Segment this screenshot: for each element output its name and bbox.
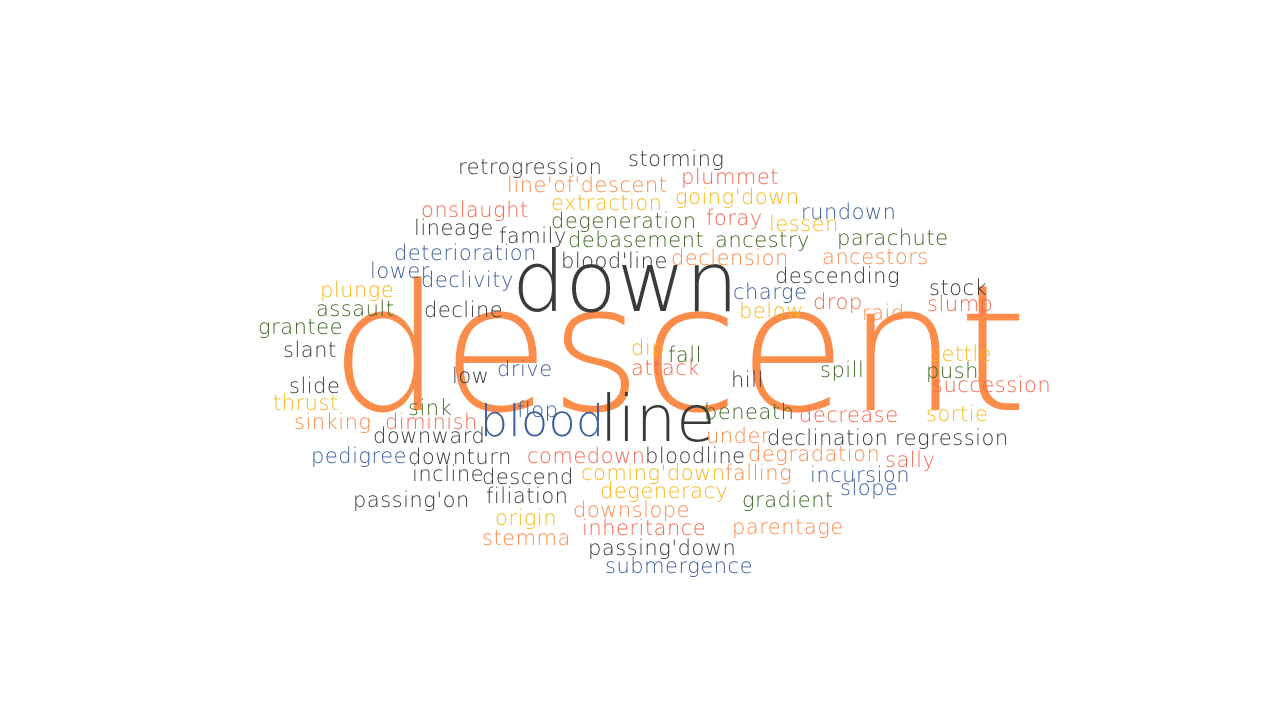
word-blood-line: blood'line	[561, 249, 668, 273]
word-pedigree: pedigree	[311, 444, 408, 468]
word-cloud: descent down line blood retrogression stormin…	[0, 0, 1280, 720]
word-below: below	[739, 299, 804, 323]
word-filiation: filiation	[486, 484, 569, 508]
word-beneath: beneath	[704, 400, 795, 424]
word-slant: slant	[283, 338, 337, 362]
word-gradient: gradient	[742, 488, 834, 512]
word-slope: slope	[840, 476, 899, 500]
word-low: low	[452, 364, 490, 388]
word-decline: decline	[424, 298, 504, 322]
word-drive: drive	[497, 357, 553, 381]
word-hill: hill	[731, 368, 764, 392]
word-passing-on: passing'on	[353, 488, 470, 512]
word-grantee: grantee	[258, 315, 343, 339]
word-line: line	[600, 383, 716, 457]
word-lineage: lineage	[414, 216, 494, 240]
word-attack: attack	[631, 356, 700, 380]
word-sortie: sortie	[926, 402, 989, 426]
word-submergence: submergence	[605, 554, 754, 578]
word-stemma: stemma	[482, 526, 571, 550]
word-spill: spill	[820, 358, 865, 382]
word-foray: foray	[706, 206, 763, 230]
word-falling: falling	[725, 461, 793, 485]
word-flop: flop	[517, 398, 559, 422]
word-regression: regression	[895, 426, 1009, 450]
word-slump: slump	[927, 292, 994, 316]
word-declension: declension	[671, 246, 789, 270]
word-decrease: decrease	[799, 403, 899, 427]
word-succession: succession	[932, 373, 1052, 397]
word-parentage: parentage	[732, 515, 844, 539]
word-incline: incline	[412, 462, 485, 486]
word-declivity: declivity	[421, 268, 514, 292]
word-sinking: sinking	[294, 410, 372, 434]
word-going-down: going'down	[675, 185, 800, 209]
word-drop: drop	[813, 290, 863, 314]
word-raid: raid	[862, 301, 905, 325]
